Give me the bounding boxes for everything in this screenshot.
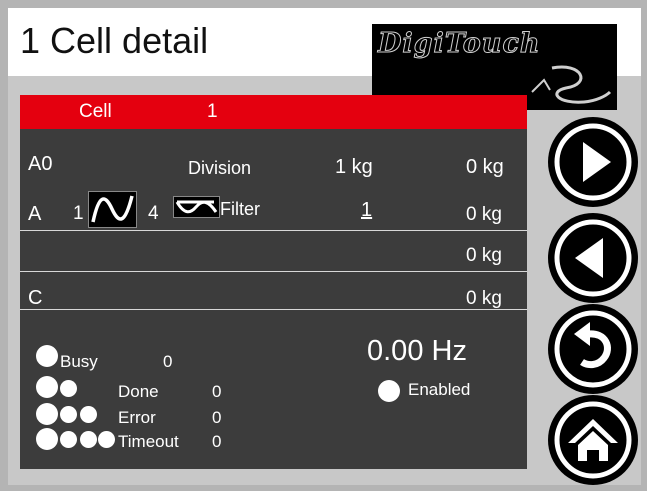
c-weight: 0 kg	[466, 288, 502, 309]
enabled-led	[378, 380, 400, 402]
back-icon	[554, 219, 632, 297]
filter-wave-icon[interactable]	[173, 196, 220, 218]
error-led	[60, 406, 77, 423]
timeout-led	[98, 431, 115, 448]
range-to: 4	[148, 203, 159, 224]
timeout-label: Timeout	[118, 432, 179, 451]
play-icon	[554, 123, 632, 201]
done-label: Done	[118, 382, 159, 401]
logo-text: DigiTouch	[378, 28, 541, 60]
row-a-label: A	[28, 203, 42, 225]
previous-button[interactable]	[548, 213, 638, 303]
b-weight: 0 kg	[466, 245, 502, 266]
timeout-led	[80, 431, 97, 448]
frequency-readout: 0.00 Hz	[367, 335, 467, 367]
divider	[20, 230, 527, 231]
divider	[20, 271, 527, 272]
error-label: Error	[118, 408, 156, 427]
cell-detail-panel: Cell 1 A0 Division 1 kg 0 kg A 1 4 Filte…	[20, 95, 527, 469]
error-led	[36, 403, 58, 425]
home-icon	[554, 401, 632, 479]
division-label: Division	[188, 158, 252, 178]
a0-weight: 0 kg	[466, 156, 504, 178]
done-led	[36, 376, 58, 398]
filter-label: Filter	[220, 199, 260, 219]
home-button[interactable]	[548, 395, 638, 485]
return-icon	[554, 310, 632, 388]
range-from: 1	[73, 203, 84, 224]
division-value[interactable]: 1 kg	[335, 156, 373, 179]
filter-value[interactable]: 1	[361, 199, 372, 222]
timeout-led	[60, 431, 77, 448]
a-weight: 0 kg	[466, 204, 502, 225]
sine-wave-icon[interactable]	[88, 191, 137, 228]
return-button[interactable]	[548, 304, 638, 394]
cell-label: Cell	[79, 101, 112, 122]
done-value: 0	[212, 382, 222, 401]
row-a0-label: A0	[28, 153, 53, 175]
divider	[20, 309, 527, 310]
busy-label: Busy	[60, 352, 98, 371]
busy-led	[36, 345, 58, 367]
cell-number: 1	[207, 101, 218, 122]
logo-swirl-icon	[531, 65, 612, 104]
row-c-label: C	[28, 287, 43, 309]
done-led	[60, 380, 77, 397]
error-led	[80, 406, 97, 423]
next-button[interactable]	[548, 117, 638, 207]
cell-selector-bar[interactable]: Cell 1	[20, 95, 527, 129]
error-value: 0	[212, 408, 222, 427]
page-title: 1 Cell detail	[20, 20, 209, 61]
timeout-led	[36, 428, 58, 450]
timeout-value: 0	[212, 432, 222, 451]
enabled-label: Enabled	[408, 380, 471, 399]
busy-value: 0	[163, 352, 173, 371]
